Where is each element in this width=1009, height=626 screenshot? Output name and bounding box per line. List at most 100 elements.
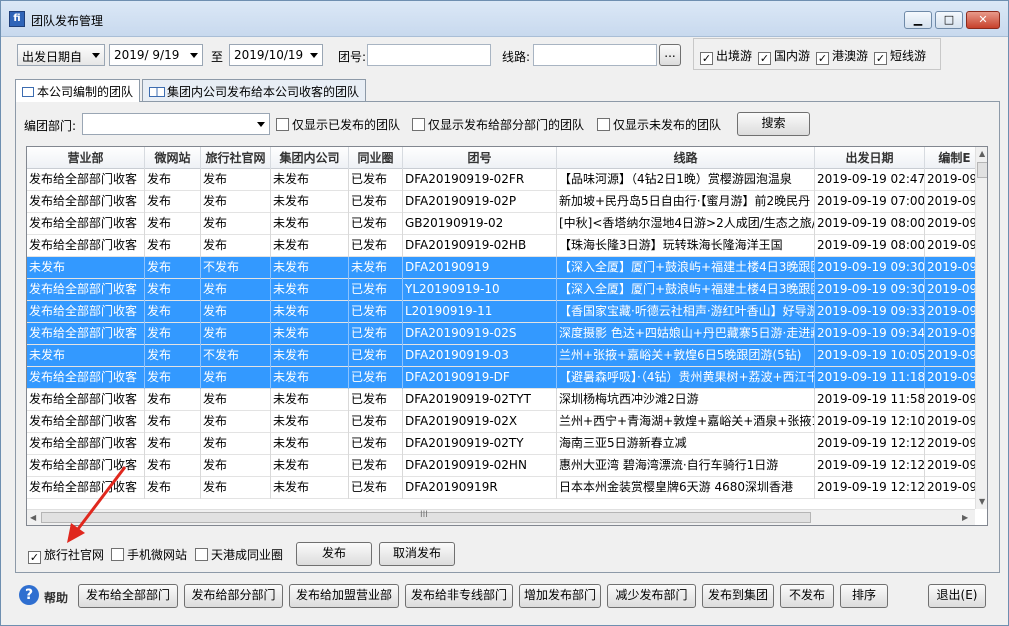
column-header-route[interactable]: 线路 (557, 147, 815, 169)
publish-non-dedicated-button[interactable]: 发布给非专线部门 (405, 584, 513, 608)
cell-unit: 发布给全部部门收客 (27, 367, 145, 389)
cell-group-company: 未发布 (271, 169, 349, 191)
add-dept-button[interactable]: 增加发布部门 (519, 584, 601, 608)
dept-select[interactable] (82, 113, 270, 135)
checkbox-checked-icon: ✓ (816, 52, 829, 65)
publish-button[interactable]: 发布 (296, 542, 372, 566)
tab-group-companies[interactable]: 集团内公司发布给本公司收客的团队 (142, 79, 367, 101)
tour-grid[interactable]: 营业部 微网站 旅行社官网 集团内公司 同业圈 团号 线路 出发日期 编制E 发布给全部部门收客… (26, 146, 988, 526)
cell-route: 【香国家宝藏·听德云社相声·游红叶香山】好导游 (557, 301, 815, 323)
date-to-picker[interactable]: 2019/10/19 (229, 44, 323, 66)
cell-unit: 发布给全部部门收客 (27, 191, 145, 213)
type-hkmacau-checkbox[interactable]: ✓ 港澳游 (816, 47, 868, 65)
unpublish-button[interactable]: 取消发布 (379, 542, 455, 566)
column-header-group-company[interactable]: 集团内公司 (271, 147, 349, 169)
cell-group-no: DFA20190919R (403, 477, 557, 499)
cell-micro-site: 发布 (145, 389, 201, 411)
scroll-down-icon[interactable]: ▼ (979, 497, 985, 506)
cell-peer-circle: 已发布 (349, 389, 403, 411)
publish-mobile-checkbox[interactable]: 手机微网站 (111, 546, 187, 563)
cell-depart-date: 2019-09-19 11:58 (815, 389, 925, 411)
only-unpublished-checkbox[interactable]: 仅显示未发布的团队 (597, 116, 721, 133)
cell-micro-site: 发布 (145, 455, 201, 477)
scroll-left-icon[interactable]: ◀ (30, 513, 36, 522)
only-partial-checkbox[interactable]: 仅显示发布给部分部门的团队 (412, 116, 584, 133)
type-outbound-checkbox[interactable]: ✓ 出境游 (700, 47, 752, 65)
horizontal-scroll-thumb[interactable]: III (41, 510, 811, 523)
cell-peer-circle: 未发布 (349, 257, 403, 279)
only-published-checkbox[interactable]: 仅显示已发布的团队 (276, 116, 400, 133)
route-input[interactable] (533, 44, 657, 66)
date-to-label: 至 (211, 50, 224, 64)
table-row[interactable]: 发布给全部部门收客 发布 发布 未发布 已发布 DFA20190919-02HN 惠州大亚湾… (27, 455, 985, 477)
maximize-button[interactable]: □ (935, 11, 963, 29)
cell-micro-site: 发布 (145, 345, 201, 367)
type-domestic-checkbox[interactable]: ✓ 国内游 (758, 47, 810, 65)
date-type-select[interactable]: 出发日期自 (17, 44, 105, 66)
table-row[interactable]: 发布给全部部门收客 发布 发布 未发布 已发布 L20190919-11 【香国家宝藏·听德… (27, 301, 985, 323)
cell-unit: 未发布 (27, 345, 145, 367)
column-header-micro-site[interactable]: 微网站 (145, 147, 201, 169)
cell-depart-date: 2019-09-19 09:30 (815, 257, 925, 279)
checkbox-checked-icon: ✓ (700, 52, 713, 65)
table-row[interactable]: 发布给全部部门收客 发布 发布 未发布 已发布 DFA20190919-02TY 海南三亚5… (27, 433, 985, 455)
cell-route: 兰州+张掖+嘉峪关+敦煌6日5晚跟团游(5钻) (557, 345, 815, 367)
table-row[interactable]: 发布给全部部门收客 发布 发布 未发布 已发布 YL20190919-10 【深入全厦】厦门… (27, 279, 985, 301)
window-icon (22, 87, 34, 97)
type-short-checkbox[interactable]: ✓ 短线游 (874, 47, 926, 65)
column-header-peer-circle[interactable]: 同业圈 (349, 147, 403, 169)
cell-agency-site: 发布 (201, 169, 271, 191)
table-row[interactable]: 发布给全部部门收客 发布 发布 未发布 已发布 DFA20190919-02S 深度摄影 色… (27, 323, 985, 345)
vertical-scrollbar[interactable]: ▲ ▼ (975, 147, 987, 509)
cell-agency-site: 发布 (201, 235, 271, 257)
tab-own-company[interactable]: 本公司编制的团队 (15, 79, 141, 102)
cell-group-company: 未发布 (271, 213, 349, 235)
no-publish-button[interactable]: 不发布 (780, 584, 834, 608)
table-row[interactable]: 未发布 发布 不发布 未发布 已发布 DFA20190919-03 兰州+张掖+嘉峪关+敦煌… (27, 345, 985, 367)
table-row[interactable]: 发布给全部部门收客 发布 发布 未发布 已发布 DFA20190919-02FR 【品味河源… (27, 169, 985, 191)
date-from-picker[interactable]: 2019/ 9/19 (109, 44, 203, 66)
table-row[interactable]: 发布给全部部门收客 发布 发布 未发布 已发布 DFA20190919R 日本本州金装赏樱皇… (27, 477, 985, 499)
column-header-depart-date[interactable]: 出发日期 (815, 147, 925, 169)
search-button[interactable]: 搜索 (737, 112, 810, 136)
scroll-up-icon[interactable]: ▲ (979, 149, 985, 158)
cell-micro-site: 发布 (145, 323, 201, 345)
cell-depart-date: 2019-09-19 12:12 (815, 455, 925, 477)
close-button[interactable]: ✕ (966, 11, 1000, 29)
annotation-arrow-icon (67, 466, 127, 543)
date-to-value: 2019/10/19 (234, 48, 304, 62)
table-row[interactable]: 发布给全部部门收客 发布 发布 未发布 已发布 DFA20190919-DF 【避暑森呼吸】… (27, 367, 985, 389)
publish-peer-circle-checkbox[interactable]: 天港成同业圈 (195, 546, 283, 563)
table-row[interactable]: 发布给全部部门收客 发布 发布 未发布 已发布 DFA20190919-02X 兰州+西宁+… (27, 411, 985, 433)
help-icon[interactable]: ? (19, 585, 39, 605)
group-no-input[interactable] (367, 44, 491, 66)
table-row[interactable]: 发布给全部部门收客 发布 发布 未发布 已发布 DFA20190919-02P 新加坡+民丹… (27, 191, 985, 213)
cell-group-no: GB20190919-02 (403, 213, 557, 235)
column-header-agency-site[interactable]: 旅行社官网 (201, 147, 271, 169)
publish-group-button[interactable]: 发布到集团 (702, 584, 774, 608)
scroll-right-icon[interactable]: ▶ (962, 513, 968, 522)
exit-button[interactable]: 退出(E) (928, 584, 986, 608)
cell-micro-site: 发布 (145, 191, 201, 213)
horizontal-scrollbar[interactable]: ◀ III ▶ (27, 509, 975, 525)
table-row[interactable]: 发布给全部部门收客 发布 发布 未发布 已发布 DFA20190919-02TYT 深圳杨梅… (27, 389, 985, 411)
vertical-scroll-thumb[interactable] (977, 162, 987, 178)
table-row[interactable]: 未发布 发布 不发布 未发布 未发布 DFA20190919 【深入全厦】厦门+鼓浪屿+福建… (27, 257, 985, 279)
cell-route: 惠州大亚湾 碧海湾漂流·自行车骑行1日游 (557, 455, 815, 477)
remove-dept-button[interactable]: 减少发布部门 (607, 584, 696, 608)
column-header-group-no[interactable]: 团号 (403, 147, 557, 169)
publish-franchise-button[interactable]: 发布给加盟营业部 (289, 584, 399, 608)
table-row[interactable]: 发布给全部部门收客 发布 发布 未发布 已发布 DFA20190919-02HB 【珠海长隆… (27, 235, 985, 257)
cell-depart-date: 2019-09-19 02:47 (815, 169, 925, 191)
column-header-unit[interactable]: 营业部 (27, 147, 145, 169)
publish-partial-button[interactable]: 发布给部分部门 (184, 584, 283, 608)
publish-all-button[interactable]: 发布给全部部门 (78, 584, 178, 608)
cell-unit: 发布给全部部门收客 (27, 279, 145, 301)
table-row[interactable]: 发布给全部部门收客 发布 发布 未发布 已发布 GB20190919-02 [中秋]<香塔纳… (27, 213, 985, 235)
help-label[interactable]: 帮助 (44, 589, 68, 606)
cell-unit: 发布给全部部门收客 (27, 411, 145, 433)
sort-button[interactable]: 排序 (840, 584, 888, 608)
publish-website-checkbox[interactable]: ✓ 旅行社官网 (28, 546, 104, 564)
minimize-button[interactable]: ▁ (904, 11, 932, 29)
route-browse-button[interactable]: ... (659, 44, 681, 66)
